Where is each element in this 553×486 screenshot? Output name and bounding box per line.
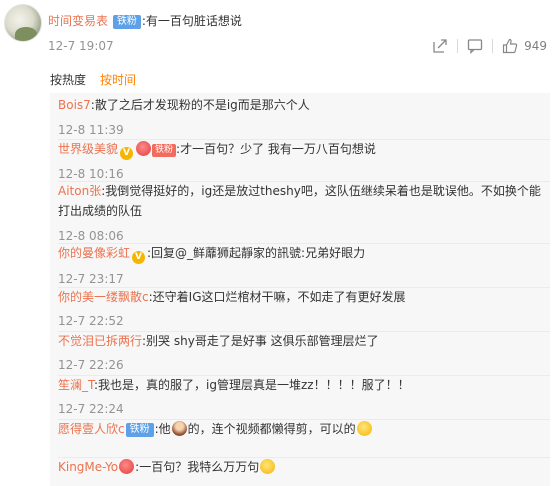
comment-time: 12-7 19:07 xyxy=(48,39,114,53)
share-icon[interactable] xyxy=(432,38,448,54)
reply-time: 12-8 11:39 xyxy=(58,123,124,137)
divider xyxy=(457,39,459,53)
divider xyxy=(58,331,550,332)
heart-emoji-icon xyxy=(119,459,135,474)
comment-actions: 949 xyxy=(432,36,547,56)
reply-username[interactable]: 笙澜_T xyxy=(58,378,94,392)
list-item: Bois7:散了之后才发现粉的不是ig而是那六个人 12-8 11:39 xyxy=(58,97,542,139)
avatar[interactable] xyxy=(4,4,42,42)
list-item: Aiton张:我倒觉得挺好的，ig还是放过theshy吧，这队伍继续呆着也是耽误… xyxy=(58,183,542,245)
list-item: 你的曼像彩虹 V:回复@_鲜蘼狮起靜家的訊號:兄弟好眼力 12-7 23:17 xyxy=(58,245,542,288)
divider xyxy=(58,375,550,376)
list-item: 不觉泪已拆两行:别哭 shy哥走了是好事 这俱乐部管理层烂了 12-7 22:2… xyxy=(58,333,542,374)
fan-badge: 铁粉 xyxy=(152,144,177,157)
reply-time: 12-7 22:52 xyxy=(58,314,124,328)
comment-username[interactable]: 时间变易表 xyxy=(48,14,108,28)
face-emoji-icon xyxy=(171,421,187,436)
reply-username[interactable]: 你的美一缕飘散c xyxy=(58,290,149,304)
reply-time: 12-7 22:24 xyxy=(58,402,124,416)
reply-text: :还守着IG这口烂棺材干嘛，不如走了有更好发展 xyxy=(148,290,406,304)
fan-badge: 铁粉 xyxy=(125,423,154,437)
list-item: 愿得壹人欣c 铁粉:他 的，连个视频都懒得剪，可以的 xyxy=(58,421,542,438)
reply-text: :一百句？我特么万万句 xyxy=(135,460,260,474)
reply-text: :我也是，真的服了，ig管理层真是一堆zz！！！！服了！！ xyxy=(94,378,410,392)
reply-text: :回复@_鲜蘼狮起靜家的訊號:兄弟好眼力 xyxy=(147,246,366,260)
list-item: KingMe-Yo :一百句？我特么万万句 xyxy=(58,459,542,476)
divider xyxy=(58,139,550,140)
fan-badge: 铁粉 xyxy=(112,15,141,29)
reply-text: :我倒觉得挺好的，ig还是放过theshy吧，这队伍继续呆着也是耽误他。不如换个… xyxy=(101,184,541,198)
reply-text: :别哭 shy哥走了是好事 这俱乐部管理层烂了 xyxy=(142,334,379,348)
smile-emoji-icon xyxy=(356,421,372,436)
list-item: 笙澜_T:我也是，真的服了，ig管理层真是一堆zz！！！！服了！！ 12-7 2… xyxy=(58,377,542,418)
reply-username[interactable]: 愿得壹人欣c xyxy=(58,422,125,436)
main-comment: 时间变易表 铁粉:有一百句脏话想说 12-7 19:07 949 xyxy=(0,0,553,62)
reply-username[interactable]: 你的曼像彩虹 xyxy=(58,246,130,260)
divider xyxy=(58,181,550,182)
reply-username[interactable]: Aiton张 xyxy=(58,184,101,198)
divider xyxy=(58,419,550,420)
tab-by-hotness[interactable]: 按热度 xyxy=(50,72,86,88)
tab-by-time[interactable]: 按时间 xyxy=(100,72,136,88)
reply-text-continued: 打出成绩的队伍 xyxy=(58,204,143,218)
divider xyxy=(58,457,550,458)
vip-icon: V xyxy=(132,251,146,264)
list-item: 你的美一缕飘散c:还守着IG这口烂棺材干嘛，不如走了有更好发展 12-7 22:… xyxy=(58,289,542,330)
doge-emoji-icon xyxy=(260,459,276,474)
reply-time: 12-7 23:17 xyxy=(58,272,124,286)
divider xyxy=(58,287,550,288)
divider xyxy=(492,39,494,53)
reply-text: :散了之后才发现粉的不是ig而是那六个人 xyxy=(90,98,310,112)
heart-emoji-icon xyxy=(136,141,152,156)
reply-username[interactable]: 世界级美貌 xyxy=(58,142,118,156)
reply-text: :他 xyxy=(154,422,171,436)
like-count: 949 xyxy=(524,39,547,53)
reply-time: 12-7 22:26 xyxy=(58,358,124,372)
reply-text: :才一百句？少了 我有一万八百句想说 xyxy=(176,142,376,156)
reply-username[interactable]: KingMe-Yo xyxy=(58,460,118,474)
comment-line: 时间变易表 铁粉:有一百句脏话想说 xyxy=(48,13,242,29)
reply-username[interactable]: 不觉泪已拆两行 xyxy=(58,334,142,348)
reply-list: Bois7:散了之后才发现粉的不是ig而是那六个人 12-8 11:39 世界级… xyxy=(50,93,550,486)
vip-icon: V xyxy=(120,147,134,160)
like-icon[interactable] xyxy=(502,38,518,54)
comment-text: :有一百句脏话想说 xyxy=(141,14,242,28)
reply-username[interactable]: Bois7 xyxy=(58,98,91,112)
reply-text-continued: 的，连个视频都懒得剪，可以的 xyxy=(187,422,356,436)
sort-tabs: 按热度 按时间 xyxy=(50,72,150,88)
comment-icon[interactable] xyxy=(467,38,483,55)
list-item: 世界级美貌 V 铁粉:才一百句？少了 我有一万八百句想说 12-8 10:16 xyxy=(58,141,542,183)
divider xyxy=(58,243,550,244)
